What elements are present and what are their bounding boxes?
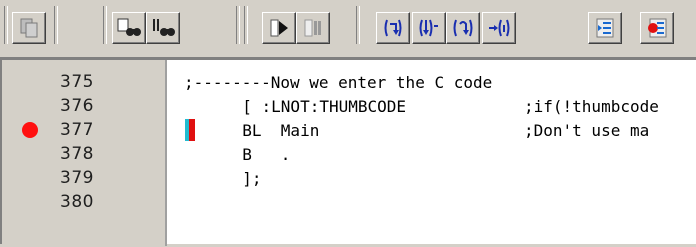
line-number: 380: [60, 192, 94, 212]
line-number: 378: [60, 144, 94, 164]
find-icon: [117, 18, 141, 36]
toolbar: [0, 0, 696, 58]
gutter-row[interactable]: 375: [2, 70, 167, 94]
step-into-icon: [419, 19, 438, 37]
find-next-button[interactable]: [146, 12, 180, 44]
pc-marker-red: [189, 119, 195, 141]
line-number: 379: [60, 168, 94, 188]
run-to-cursor-icon: [489, 19, 510, 37]
program-counter-marker: [185, 119, 195, 141]
step-out-button[interactable]: [446, 12, 480, 44]
toolbar-separator: [244, 6, 248, 44]
breakpoint-icon: [648, 18, 667, 38]
indent-icon: [596, 18, 614, 38]
step-out-icon: [453, 19, 473, 37]
copy-icon: [20, 18, 38, 38]
toolbar-separator: [4, 6, 8, 44]
step-over-button[interactable]: [376, 12, 410, 44]
gutter-row[interactable]: 378: [2, 142, 167, 166]
line-number-gutter[interactable]: 375 376 377 378 379 380: [2, 60, 167, 246]
line-number: 376: [60, 96, 94, 116]
code-editor[interactable]: 375 376 377 378 379 380 ;--------Now we …: [0, 58, 696, 246]
find-next-icon: [153, 19, 175, 36]
toolbar-separator: [103, 6, 107, 44]
gutter-row[interactable]: 380: [2, 190, 167, 214]
gutter-row[interactable]: 376: [2, 94, 167, 118]
toolbar-separator: [54, 6, 58, 44]
step-into-button[interactable]: [412, 12, 446, 44]
gutter-row[interactable]: 377: [2, 118, 167, 142]
find-button[interactable]: [112, 12, 146, 44]
code-line[interactable]: [169, 190, 696, 214]
line-number: 375: [60, 72, 94, 92]
gutter-row[interactable]: 379: [2, 166, 167, 190]
line-number: 377: [60, 120, 94, 140]
run-button[interactable]: [262, 12, 296, 44]
indent-button[interactable]: [588, 12, 622, 44]
code-line[interactable]: B .: [169, 142, 696, 166]
code-text: ;--------Now we enter the C code: [184, 73, 493, 92]
code-comment: ;Don't use ma: [524, 121, 650, 140]
code-text: ];: [223, 169, 262, 188]
toolbar-separator: [356, 6, 360, 44]
copy-button[interactable]: [12, 12, 46, 44]
run-icon: [270, 19, 288, 37]
code-text: [ :LNOT:THUMBCODE: [223, 97, 407, 116]
code-comment: ;if(!thumbcode: [524, 97, 659, 116]
stop-button[interactable]: [296, 12, 330, 44]
code-line[interactable]: ];: [169, 166, 696, 190]
breakpoint-icon[interactable]: [22, 122, 38, 138]
toolbar-separator: [236, 6, 240, 44]
stop-icon: [304, 19, 321, 37]
code-line[interactable]: [ :LNOT:THUMBCODE ;if(!thumbcode: [169, 94, 696, 118]
code-line[interactable]: ;--------Now we enter the C code: [169, 70, 696, 94]
step-over-icon: [384, 19, 402, 37]
code-area[interactable]: ;--------Now we enter the C code [ :LNOT…: [169, 60, 696, 246]
run-to-cursor-button[interactable]: [482, 12, 516, 44]
code-text: BL Main: [223, 121, 320, 140]
code-text: B .: [223, 145, 291, 164]
code-line[interactable]: BL Main ;Don't use ma: [169, 118, 696, 142]
breakpoint-button[interactable]: [640, 12, 674, 44]
